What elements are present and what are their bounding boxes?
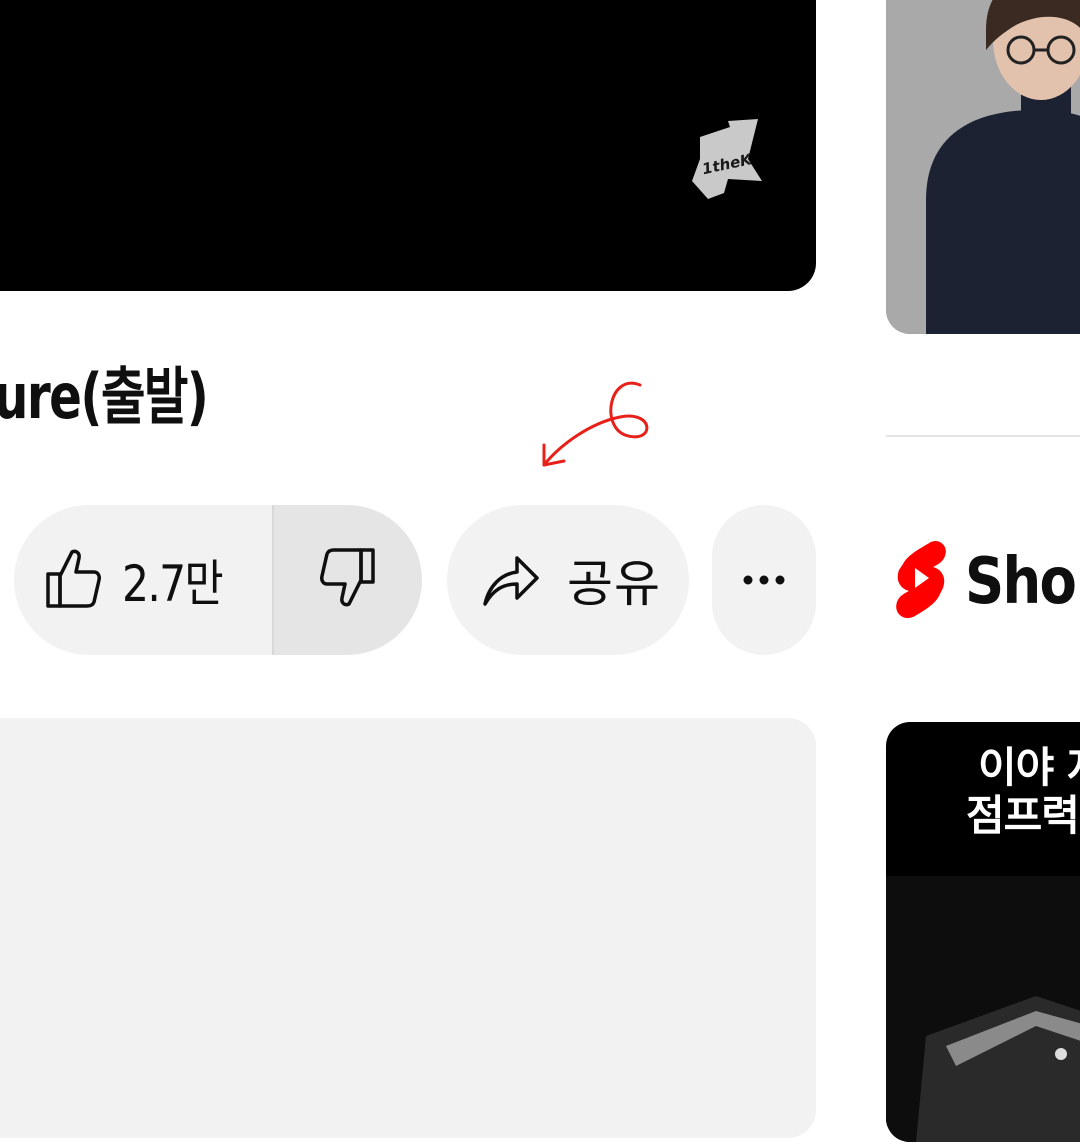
channel-watermark: 1theK <box>690 119 766 203</box>
thumbs-up-icon <box>44 546 102 614</box>
person-photo <box>886 0 1080 334</box>
annotation-arrow-6 <box>530 365 670 479</box>
more-actions-button[interactable] <box>712 505 816 655</box>
more-icon <box>742 571 786 590</box>
video-player[interactable]: 1theK <box>0 0 816 291</box>
short-caption-line-1: 이야 저 <box>978 743 1080 792</box>
short-video-card[interactable]: 이야 저 점프력 <box>886 722 1080 1142</box>
short-caption: 이야 저 점프력 <box>886 744 1080 840</box>
shorts-header: Sho <box>893 538 1080 626</box>
short-caption-line-2: 점프력 <box>966 791 1080 840</box>
share-label: 공유 <box>567 555 661 613</box>
like-count: 2.7만 <box>122 555 224 613</box>
like-button[interactable]: 2.7만 <box>14 505 272 655</box>
dislike-button[interactable] <box>274 505 422 655</box>
thumbs-down-icon <box>319 546 377 614</box>
sidebar-divider <box>886 435 1080 437</box>
description-box[interactable] <box>0 718 816 1138</box>
like-dislike-group: 2.7만 <box>14 505 422 655</box>
related-video-thumbnail[interactable] <box>886 0 1080 334</box>
shorts-title: Sho <box>965 545 1077 619</box>
share-icon <box>481 548 541 612</box>
short-video-frame <box>886 876 1080 1142</box>
share-button[interactable]: 공유 <box>447 505 689 655</box>
video-title: ure(출발) <box>0 360 209 433</box>
shorts-logo-icon <box>893 538 949 626</box>
